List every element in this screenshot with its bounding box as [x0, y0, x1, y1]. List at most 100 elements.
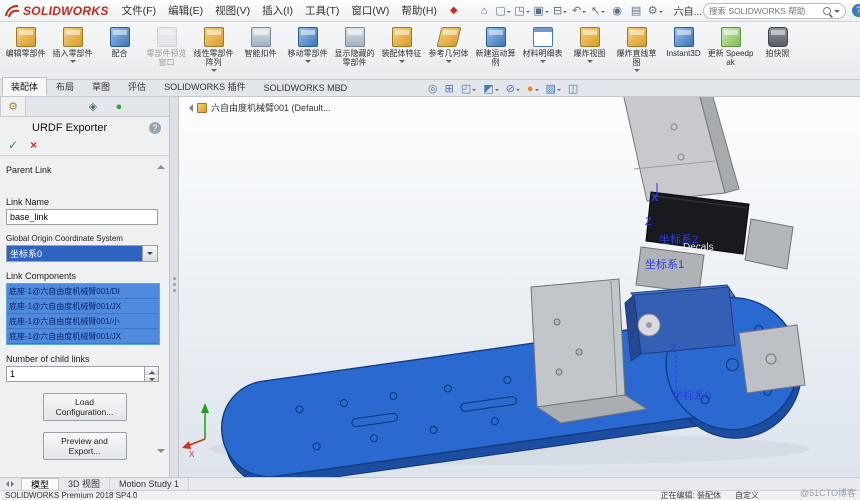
ribbon-button[interactable]: 拍快照 — [754, 24, 801, 79]
ribbon-button[interactable]: 移动零部件 — [284, 24, 331, 79]
ribbon-button[interactable]: 更新 Speedpak — [707, 24, 754, 79]
robot-arm-model[interactable]: X Z 坐标系2 Decals 坐标系1 Z 坐标系0 X — [179, 97, 860, 477]
search-dropdown-icon[interactable] — [833, 9, 840, 16]
combo-dropdown-icon[interactable] — [142, 246, 157, 261]
assembly-document-icon — [197, 102, 207, 113]
command-tab[interactable]: SOLIDWORKS 插件 — [155, 77, 255, 96]
arm-column[interactable] — [623, 97, 740, 202]
scene-icon[interactable]: ▨ — [546, 82, 561, 96]
bottom-tab[interactable]: 模型 — [21, 478, 60, 490]
triad-x-label: X — [189, 450, 195, 459]
rebuild-icon[interactable]: ◉ — [608, 4, 627, 17]
ribbon-button[interactable]: Instant3D — [660, 24, 707, 79]
command-tab[interactable]: 装配体 — [2, 77, 48, 96]
appearance-icon[interactable]: ● — [527, 82, 539, 96]
load-configuration-button[interactable]: Load Configuration... — [42, 393, 127, 421]
spinner-up-icon[interactable] — [145, 367, 158, 375]
command-tab[interactable]: 布局 — [47, 77, 83, 96]
panel-splitter[interactable] — [170, 97, 179, 477]
save-icon[interactable]: ▣ — [532, 4, 551, 17]
ribbon-button-icon — [62, 27, 83, 47]
sheet-nav-prev-icon[interactable] — [3, 481, 9, 487]
ribbon-button[interactable]: 配合 — [96, 24, 143, 79]
command-tab[interactable]: 草图 — [83, 77, 119, 96]
section-view-icon[interactable]: ◫ — [568, 82, 578, 96]
panel-help-icon[interactable]: ? — [149, 122, 161, 134]
list-item[interactable]: 底座-1@六自由度机械臂001/JX — [7, 299, 159, 314]
status-version: SOLIDWORKS Premium 2018 SP4.0 — [5, 491, 138, 500]
splitter-handle[interactable] — [173, 277, 176, 280]
coordinate-system-select[interactable]: 坐标系0 — [6, 245, 158, 262]
home-icon[interactable]: ⌂ — [475, 5, 494, 17]
scroll-up-icon[interactable] — [157, 161, 165, 169]
ribbon-button[interactable]: 材料明细表 — [519, 24, 566, 79]
ribbon-button[interactable]: 装配体特征 — [378, 24, 425, 79]
link-name-input[interactable] — [6, 209, 158, 225]
search-icon[interactable] — [822, 6, 831, 15]
ribbon-button[interactable]: 智能扣件 — [237, 24, 284, 79]
dropdown-arrow-icon — [69, 60, 76, 66]
list-item[interactable]: 底座-1@六自由度机械臂001/JX — [7, 329, 159, 344]
menu-item[interactable]: 编辑(E) — [162, 0, 209, 21]
view-orientation-icon[interactable]: ◰ — [461, 82, 476, 96]
ribbon-button[interactable]: 线性零部件阵列 — [190, 24, 237, 79]
undo-icon[interactable]: ↶ — [570, 4, 589, 17]
right-bracket[interactable] — [738, 324, 806, 394]
bottom-tab[interactable]: Motion Study 1 — [110, 478, 190, 490]
spinner-down-icon[interactable] — [145, 374, 158, 381]
menu-item[interactable]: 工具(T) — [299, 0, 345, 21]
preview-export-button[interactable]: Preview and Export... — [42, 432, 127, 460]
select-icon[interactable]: ↖ — [589, 4, 608, 17]
sheet-nav-next-icon[interactable] — [11, 481, 17, 487]
graphics-area[interactable]: 六自由度机械臂001 (Default... X Z 坐标系2 Decals 坐… — [179, 97, 860, 477]
ribbon-button-icon — [436, 27, 461, 47]
zoom-fit-icon[interactable]: ◎ — [428, 82, 438, 96]
search-input[interactable] — [708, 5, 820, 16]
ribbon-button[interactable]: 编辑零部件 — [2, 24, 49, 79]
ok-button[interactable]: ✓ — [8, 138, 18, 152]
new-document-icon[interactable]: ▢ — [494, 4, 513, 17]
zoom-area-icon[interactable]: ⊞ — [445, 82, 454, 96]
list-item[interactable]: 底座-1@六自由度机械臂001/DI — [7, 284, 159, 299]
ribbon-button-icon — [250, 27, 271, 47]
child-links-label: Number of child links — [6, 354, 90, 364]
bottom-tab[interactable]: 3D 视图 — [59, 478, 111, 490]
menu-item[interactable]: 文件(F) — [116, 0, 162, 21]
child-links-input[interactable] — [6, 366, 145, 382]
status-customize[interactable]: 自定义 — [735, 490, 759, 500]
ribbon-button[interactable]: 参考几何体 — [425, 24, 472, 79]
ribbon-button[interactable]: 新建运动算例 — [472, 24, 519, 79]
open-icon[interactable]: ◳ — [513, 4, 532, 17]
ribbon-button[interactable]: 显示隐藏的零部件 — [331, 24, 378, 79]
ribbon-button[interactable]: 零部件预览窗口 — [143, 24, 190, 79]
command-tab[interactable]: SOLIDWORKS MBD — [255, 80, 357, 96]
list-item[interactable]: 底座-1@六自由度机械臂001/小 — [7, 314, 159, 329]
camera-bracket[interactable] — [744, 218, 794, 270]
urdf-exporter-tab[interactable]: ⚙ — [0, 97, 26, 116]
options-icon[interactable]: ⚙ — [646, 4, 665, 17]
print-icon[interactable]: ⊟ — [551, 4, 570, 17]
menu-item[interactable]: 帮助(H) — [395, 0, 443, 21]
solidworks-resources-icon[interactable]: ◆ — [450, 5, 458, 16]
hide-show-icon[interactable]: ⊘ — [506, 82, 520, 96]
ribbon-button[interactable]: 爆炸直线草图 — [613, 24, 660, 79]
file-properties-icon[interactable]: ▤ — [627, 4, 646, 17]
link-components-label: Link Components — [6, 271, 77, 281]
coordinate-system-0-label: 坐标系0 — [672, 388, 711, 402]
featuremanager-collapse-icon[interactable] — [185, 103, 193, 112]
help-icon[interactable]: ? — [851, 4, 860, 17]
display-manager-tab[interactable]: ● — [106, 97, 132, 116]
ribbon-button[interactable]: 插入零部件 — [49, 24, 96, 79]
scroll-down-icon[interactable] — [157, 449, 165, 457]
property-manager-tabs: ⚙ ◈ ● — [0, 97, 169, 117]
menu-item[interactable]: 视图(V) — [209, 0, 256, 21]
cancel-button[interactable]: × — [30, 138, 37, 152]
ribbon-button[interactable]: 爆炸视图 — [566, 24, 613, 79]
menu-item[interactable]: 插入(I) — [256, 0, 299, 21]
link-components-list[interactable]: 底座-1@六自由度机械臂001/DI 底座-1@六自由度机械臂001/JX 底座-1… — [6, 283, 160, 345]
display-style-icon[interactable]: ◩ — [483, 82, 498, 96]
command-tab[interactable]: 评估 — [119, 77, 155, 96]
target-tab[interactable]: ◈ — [80, 97, 106, 116]
menu-item[interactable]: 窗口(W) — [345, 0, 395, 21]
panel-title: URDF Exporter — [32, 122, 108, 134]
